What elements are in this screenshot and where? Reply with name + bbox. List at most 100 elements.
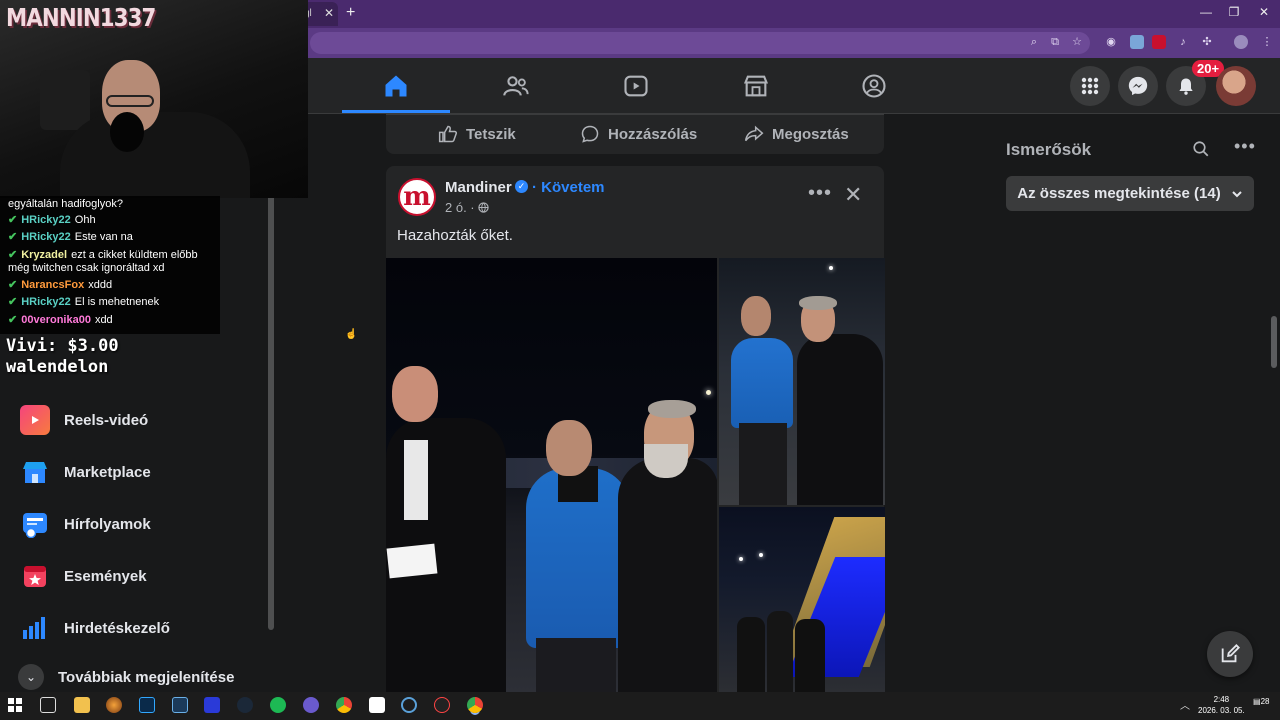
close-window-button[interactable]: ✕ <box>1254 5 1274 19</box>
street-light <box>739 557 743 561</box>
chevron-down-icon <box>1231 190 1242 197</box>
marketplace-nav-icon[interactable] <box>742 72 770 100</box>
sidebar-scrollbar[interactable] <box>268 190 274 630</box>
bookmark-star-icon[interactable]: ☆ <box>1070 35 1084 49</box>
sidebar-item-marketplace[interactable]: Marketplace <box>20 446 151 498</box>
friends-icon[interactable] <box>502 72 530 100</box>
messenger-button[interactable] <box>1118 66 1158 106</box>
see-all-friends-button[interactable]: Az összes megtekintése (14) <box>1006 176 1254 211</box>
file-explorer-icon[interactable] <box>74 697 90 713</box>
clock-date: 2026. 03. 05. <box>1198 706 1245 715</box>
tray-chevron-up-icon[interactable]: ︿ <box>1180 697 1190 712</box>
chat-username: NarancsFox <box>21 279 85 291</box>
notification-center-icon[interactable]: ▤28 <box>1253 697 1269 706</box>
street-light <box>706 390 711 395</box>
app-icon[interactable] <box>401 697 417 713</box>
microphone <box>110 112 144 152</box>
stream-chat-overlay: egyáltalán hadifoglyok? ✔ HRicky22 Ohh ✔ HR… <box>0 196 220 334</box>
taskbar-clock[interactable]: 2:48 2026. 03. 05. <box>1198 694 1245 716</box>
chat-badge-icon: ✔ <box>8 314 18 326</box>
page-scrollbar[interactable] <box>1271 316 1277 368</box>
grid-icon <box>1081 77 1099 95</box>
show-more-button[interactable]: ⌄ Továbbiak megjelenítése <box>18 664 234 690</box>
post-timestamp[interactable]: 2 ó. · <box>445 200 489 215</box>
chat-username: HRicky22 <box>21 296 71 308</box>
post-photo-bottom-right[interactable] <box>719 507 885 692</box>
browser-icon[interactable] <box>303 697 319 713</box>
messenger-icon <box>1128 76 1148 96</box>
feeds-icon <box>20 509 50 539</box>
address-bar[interactable] <box>310 32 1090 54</box>
photo-person <box>767 611 793 692</box>
menu-grid-button[interactable] <box>1070 66 1110 106</box>
chat-message: ✔ HRicky22 El is mehetnenek <box>8 294 159 311</box>
sidebar-item-ads-manager[interactable]: Hirdetéskezelő <box>20 602 170 654</box>
install-app-icon[interactable]: ⧉ <box>1048 35 1062 49</box>
comment-button[interactable]: Hozzászólás <box>580 124 697 144</box>
follow-button[interactable]: · Követem <box>532 179 605 196</box>
app-icon[interactable] <box>434 697 450 713</box>
steam-icon[interactable] <box>237 697 253 713</box>
photo-blue-jacket <box>731 338 793 428</box>
profile-icon[interactable] <box>1234 35 1248 49</box>
post-photo-top-right[interactable] <box>719 258 885 505</box>
minimize-button[interactable]: — <box>1196 5 1216 19</box>
sidebar-item-label: Események <box>64 567 147 585</box>
task-view-icon[interactable] <box>40 697 56 713</box>
sidebar-item-feeds[interactable]: Hírfolyamok <box>20 498 151 550</box>
sidebar-item-reels[interactable]: Reels-videó <box>20 394 148 446</box>
globe-icon <box>478 202 489 213</box>
like-button[interactable]: Tetszik <box>438 124 516 144</box>
share-button[interactable]: Megosztás <box>744 124 849 144</box>
photoshop-icon[interactable] <box>139 697 155 713</box>
video-icon[interactable] <box>622 72 650 100</box>
compose-icon <box>1221 643 1241 663</box>
share-label: Megosztás <box>772 125 849 143</box>
app-icon[interactable] <box>369 697 385 713</box>
account-avatar[interactable] <box>1216 66 1256 106</box>
comment-icon <box>581 125 599 143</box>
chat-message: egyáltalán hadifoglyok? <box>8 196 123 213</box>
app-icon[interactable] <box>172 697 188 713</box>
extension-icon[interactable] <box>1130 35 1144 49</box>
page-avatar[interactable]: m <box>398 178 436 216</box>
more-options-icon[interactable]: ••• <box>808 182 832 205</box>
chat-username: HRicky22 <box>21 214 71 226</box>
sidebar-item-label: Hírfolyamok <box>64 515 151 533</box>
chat-username: 00veronika00 <box>21 314 91 326</box>
app-icon[interactable] <box>204 697 220 713</box>
new-message-button[interactable] <box>1207 631 1253 677</box>
post-text: Hazahozták őket. <box>397 227 513 244</box>
windows-start-icon[interactable] <box>8 698 22 712</box>
sidebar-item-events[interactable]: Események <box>20 550 147 602</box>
spotify-icon[interactable] <box>270 697 286 713</box>
photo-paper <box>386 543 438 579</box>
extension-icon[interactable]: ♪ <box>1176 35 1190 49</box>
chrome-icon[interactable] <box>467 697 483 713</box>
extensions-puzzle-icon[interactable]: ✣ <box>1200 35 1214 49</box>
gaming-icon[interactable] <box>860 72 888 100</box>
extension-icon[interactable] <box>1152 35 1166 49</box>
post-page-name[interactable]: Mandiner <box>445 179 512 196</box>
browser-menu-icon[interactable]: ⋮ <box>1260 35 1274 49</box>
close-icon[interactable]: ✕ <box>844 182 862 208</box>
chrome-icon[interactable] <box>336 697 352 713</box>
tab-close-button[interactable]: ✕ <box>324 6 334 20</box>
photo-face <box>741 296 771 336</box>
maximize-button[interactable]: ❐ <box>1224 5 1244 19</box>
chat-message-text: Este van na <box>74 231 133 243</box>
more-options-icon[interactable]: ••• <box>1234 136 1256 157</box>
new-tab-button[interactable]: + <box>346 4 355 22</box>
post-photo-main[interactable] <box>386 258 717 692</box>
chat-message-text: El is mehetnenek <box>74 296 160 308</box>
app-icon[interactable] <box>106 697 122 713</box>
verified-badge-icon: ✓ <box>515 180 528 193</box>
search-icon[interactable] <box>1192 140 1210 158</box>
extension-icon[interactable]: ◉ <box>1104 35 1118 49</box>
home-icon[interactable] <box>382 72 410 100</box>
chat-message-text: még twitchen csak ignoráltad xd <box>8 262 165 274</box>
photo-hair <box>799 296 837 310</box>
chat-message-text: egyáltalán hadifoglyok? <box>8 198 123 210</box>
street-light <box>759 553 763 557</box>
zoom-icon[interactable]: ⌕ <box>1027 35 1041 49</box>
